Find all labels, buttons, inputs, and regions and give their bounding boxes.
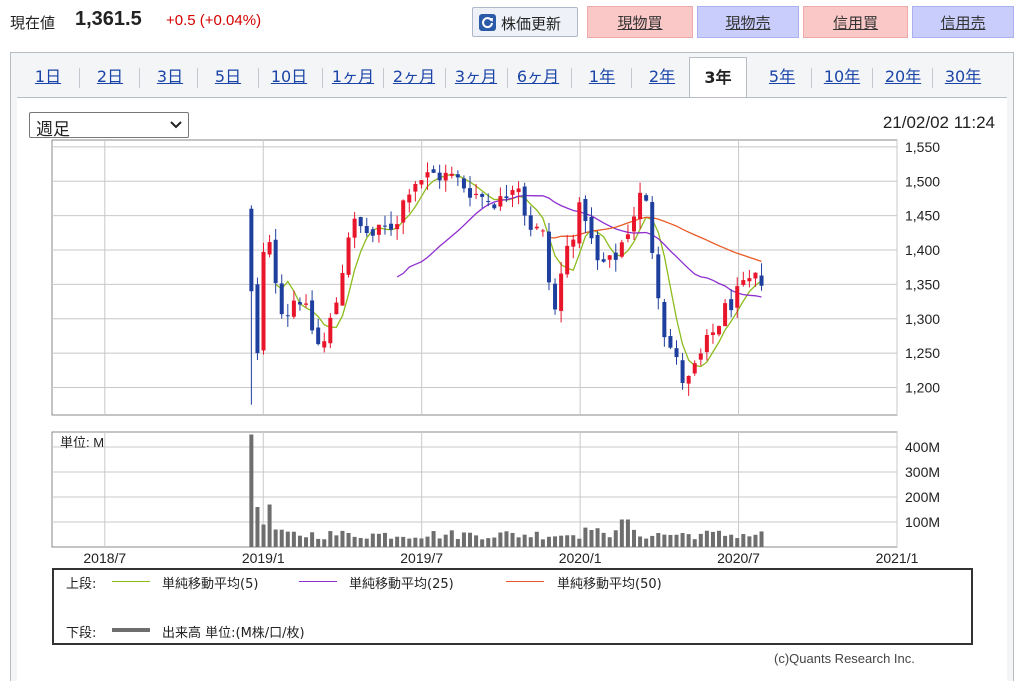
- tab-separator: [383, 68, 384, 88]
- ma5-swatch: [112, 581, 150, 582]
- refresh-icon: [479, 14, 496, 31]
- tab-separator: [322, 68, 323, 88]
- spot-buy-button[interactable]: 現物買: [587, 6, 693, 38]
- ma50-swatch: [506, 581, 544, 582]
- tab-6[interactable]: 1ヶ月: [323, 57, 383, 97]
- ma25-swatch: [299, 581, 337, 582]
- tab-2[interactable]: 2日: [80, 57, 140, 97]
- tab-15[interactable]: 20年: [873, 57, 933, 97]
- legend-ma5: 単純移動平均(5): [162, 577, 259, 592]
- tab-separator: [139, 68, 140, 88]
- tab-7[interactable]: 2ヶ月: [384, 57, 444, 97]
- chart-legend: 上段: 単純移動平均(5) 単純移動平均(25) 単純移動平均(50) 下段: …: [52, 568, 973, 645]
- tab-9[interactable]: 6ヶ月: [508, 57, 568, 97]
- tab-separator: [811, 68, 812, 88]
- tab-separator: [571, 68, 572, 88]
- copyright: (c)Quants Research Inc.: [774, 651, 915, 666]
- margin-buy-button[interactable]: 信用買: [803, 6, 908, 38]
- tab-separator: [932, 68, 933, 88]
- price-change: +0.5 (+0.04%): [166, 12, 262, 29]
- tab-12[interactable]: 3年: [689, 57, 747, 99]
- tab-14[interactable]: 10年: [812, 57, 872, 97]
- tab-1[interactable]: 1日: [18, 57, 78, 97]
- refresh-label: 株価更新: [501, 15, 562, 33]
- legend-lower-label: 下段:: [66, 626, 97, 641]
- tab-10[interactable]: 1年: [572, 57, 632, 97]
- legend-ma50: 単純移動平均(50): [557, 577, 662, 592]
- legend-upper-label: 上段:: [66, 577, 97, 592]
- legend-volume: 出来高 単位:(M株/口/枚): [162, 626, 305, 641]
- tab-separator: [872, 68, 873, 88]
- spot-sell-button[interactable]: 現物売: [697, 6, 799, 38]
- period-select[interactable]: 週足: [29, 112, 189, 140]
- chevron-down-icon: [170, 121, 182, 129]
- legend-ma25: 単純移動平均(25): [349, 577, 454, 592]
- tab-5[interactable]: 10日: [259, 57, 319, 97]
- tab-separator: [258, 68, 259, 88]
- tab-4[interactable]: 5日: [198, 57, 258, 97]
- current-price-value: 1,361.5: [75, 8, 142, 30]
- tab-13[interactable]: 5年: [752, 57, 812, 97]
- tab-separator: [197, 68, 198, 88]
- current-price-label: 現在値: [10, 14, 56, 32]
- tab-3[interactable]: 3日: [140, 57, 200, 97]
- margin-sell-button[interactable]: 信用売: [912, 6, 1014, 38]
- refresh-price-button[interactable]: 株価更新: [472, 7, 578, 37]
- tab-separator: [507, 68, 508, 88]
- tab-11[interactable]: 2年: [632, 57, 692, 97]
- quote-header: 現在値 1,361.5 +0.5 (+0.04%) 株価更新 現物買 現物売 信…: [0, 0, 1024, 44]
- period-select-value: 週足: [36, 120, 70, 140]
- tab-separator: [79, 68, 80, 88]
- volume-swatch: [112, 628, 150, 632]
- tab-16[interactable]: 30年: [933, 57, 993, 97]
- tab-8[interactable]: 3ヶ月: [446, 57, 506, 97]
- timestamp: 21/02/02 11:24: [882, 113, 995, 132]
- tab-separator: [445, 68, 446, 88]
- tab-separator: [631, 68, 632, 88]
